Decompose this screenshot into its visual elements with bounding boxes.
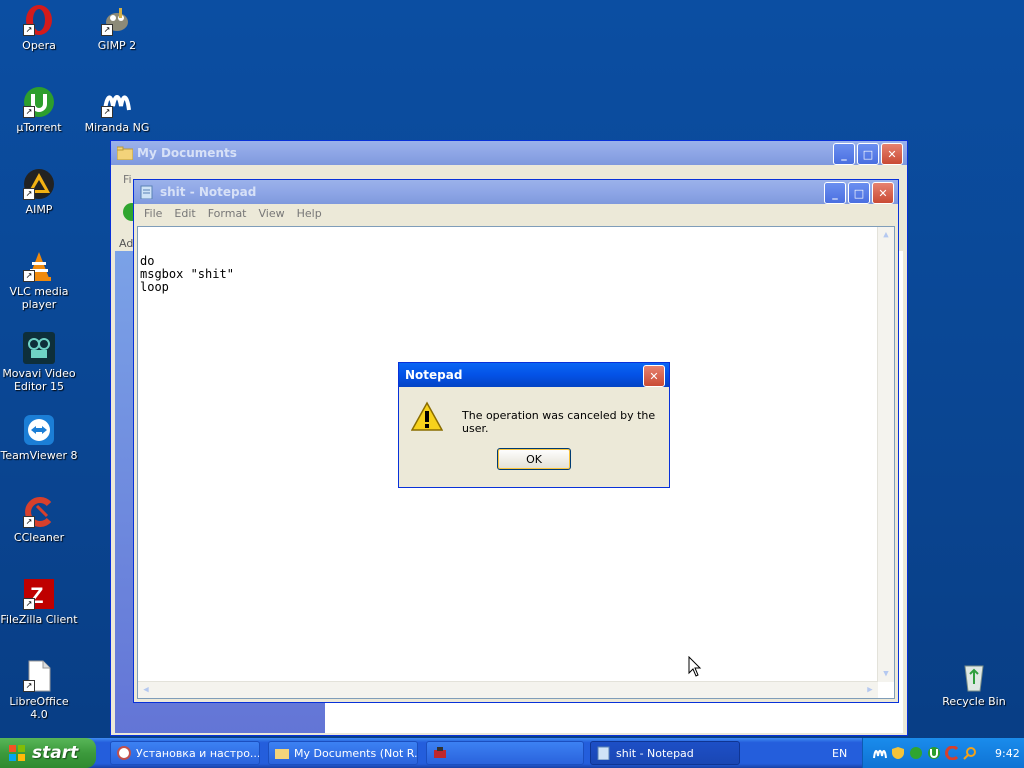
desktop-icon-label: Opera — [22, 39, 56, 52]
desktop-icon-teamviewer[interactable]: TeamViewer 8 — [0, 414, 78, 462]
taskbar-item-label: Установка и настро... — [136, 746, 260, 760]
taskbar-item-my-documents[interactable]: My Documents (Not R... — [268, 741, 418, 765]
taskbar: start Установка и настро... My Documents… — [0, 738, 1024, 768]
explorer-menu-fragment[interactable]: Fi — [123, 173, 132, 186]
desktop-icon-label: µTorrent — [16, 121, 62, 134]
taskbar-item-notepad[interactable]: shit - Notepad — [590, 741, 740, 765]
desktop-icon-gimp[interactable]: ↗ GIMP 2 — [78, 4, 156, 52]
scroll-down-icon[interactable]: ▼ — [879, 667, 893, 681]
window-titlebar[interactable]: My Documents _ □ ✕ — [111, 141, 907, 165]
taskbar-item-browser[interactable]: Установка и настро... — [110, 741, 260, 765]
horizontal-scrollbar[interactable]: ◀ ▶ — [138, 681, 878, 698]
shield-icon[interactable] — [891, 746, 905, 760]
menu-file[interactable]: File — [138, 207, 168, 220]
menu-format[interactable]: Format — [202, 207, 253, 220]
dialog-title: Notepad — [405, 368, 463, 382]
utorrent-tray-icon[interactable] — [927, 746, 941, 760]
desktop-icon-label: GIMP 2 — [97, 39, 137, 52]
notepad-icon — [140, 185, 153, 199]
language-indicator[interactable]: EN — [832, 747, 847, 760]
miranda-tray-icon[interactable] — [873, 746, 887, 760]
desktop-icon-label: LibreOffice 4.0 — [9, 695, 69, 721]
ccleaner-icon: ↗ — [23, 496, 55, 528]
start-label: start — [32, 743, 79, 763]
scroll-left-icon[interactable]: ◀ — [139, 683, 153, 697]
browser-icon — [117, 746, 131, 760]
miranda-icon: ↗ — [101, 86, 133, 118]
desktop-icon-opera[interactable]: ↗ Opera — [0, 4, 78, 52]
desktop-icon-label: CCleaner — [13, 531, 65, 544]
gimp-icon: ↗ — [101, 4, 133, 36]
window-title: My Documents — [137, 146, 237, 160]
filezilla-icon: Z ↗ — [23, 578, 55, 610]
message-box[interactable]: Notepad ✕ The operation was canceled by … — [398, 362, 670, 488]
app-icon — [434, 747, 446, 758]
desktop-icon-label: TeamViewer 8 — [0, 449, 78, 462]
taskbar-item-label: My Documents (Not R... — [294, 746, 418, 760]
system-tray: 9:42 — [862, 738, 1024, 768]
desktop-icon-libreoffice[interactable]: ↗ LibreOffice 4.0 — [0, 660, 78, 721]
teamviewer-icon — [23, 414, 55, 446]
opera-icon: ↗ — [23, 4, 55, 36]
taskbar-item-label: shit - Notepad — [616, 746, 694, 760]
search-icon[interactable] — [963, 746, 977, 760]
notepad-icon — [597, 746, 610, 760]
notepad-content: do msgbox "shit" loop — [140, 254, 234, 294]
minimize-button[interactable]: _ — [833, 143, 855, 165]
close-button[interactable]: ✕ — [881, 143, 903, 165]
vertical-scrollbar[interactable]: ▲ ▼ — [877, 227, 894, 682]
explorer-address-fragment: Ad — [119, 237, 134, 250]
minimize-button[interactable]: _ — [824, 182, 846, 204]
utorrent-icon: ↗ — [23, 86, 55, 118]
desktop-icon-label: AIMP — [25, 203, 53, 216]
maximize-button[interactable]: □ — [857, 143, 879, 165]
desktop-icon-filezilla[interactable]: Z ↗ FileZilla Client — [0, 578, 78, 626]
windows-logo-icon — [9, 745, 25, 761]
window-titlebar[interactable]: shit - Notepad _ □ ✕ — [134, 180, 898, 204]
desktop-icon-label: Recycle Bin — [942, 695, 1006, 708]
maximize-button[interactable]: □ — [848, 182, 870, 204]
desktop-icon-vlc[interactable]: ↗ VLC media player — [0, 250, 78, 311]
dialog-titlebar[interactable]: Notepad ✕ — [399, 363, 669, 387]
desktop-icon-label: Miranda NG — [84, 121, 150, 134]
mouse-cursor-icon — [688, 656, 702, 677]
menu-help[interactable]: Help — [291, 207, 328, 220]
desktop-icon-label: VLC media player — [9, 285, 69, 311]
menu-edit[interactable]: Edit — [168, 207, 201, 220]
folder-icon — [117, 146, 133, 160]
desktop-icon-movavi[interactable]: Movavi Video Editor 15 — [0, 332, 78, 393]
recycle-bin-icon — [958, 660, 990, 692]
menu-view[interactable]: View — [253, 207, 291, 220]
start-button[interactable]: start — [0, 738, 96, 768]
desktop-icon-miranda[interactable]: ↗ Miranda NG — [78, 86, 156, 134]
movavi-icon — [23, 332, 55, 364]
aimp-icon: ↗ — [23, 168, 55, 200]
scroll-right-icon[interactable]: ▶ — [863, 683, 877, 697]
notepad-menubar: File Edit Format View Help — [134, 204, 898, 222]
desktop-icon-utorrent[interactable]: ↗ µTorrent — [0, 86, 78, 134]
ccleaner-tray-icon[interactable] — [945, 746, 959, 760]
clock[interactable]: 9:42 — [995, 747, 1020, 760]
taskbar-item-app[interactable] — [426, 741, 584, 765]
desktop-icon-label: FileZilla Client — [0, 613, 78, 626]
dialog-message: The operation was canceled by the user. — [462, 409, 656, 435]
warning-icon — [411, 401, 443, 431]
ok-button[interactable]: OK — [497, 448, 571, 470]
libreoffice-icon: ↗ — [23, 660, 55, 692]
scroll-up-icon[interactable]: ▲ — [879, 228, 893, 242]
close-button[interactable]: ✕ — [872, 182, 894, 204]
desktop-icon-recycle-bin[interactable]: Recycle Bin — [935, 660, 1013, 708]
vlc-icon: ↗ — [23, 250, 55, 282]
desktop-icon-label: Movavi Video Editor 15 — [2, 367, 76, 393]
folder-icon — [275, 749, 289, 759]
window-title: shit - Notepad — [160, 185, 257, 199]
sync-icon[interactable] — [909, 746, 923, 760]
desktop-icon-aimp[interactable]: ↗ AIMP — [0, 168, 78, 216]
desktop-icon-ccleaner[interactable]: ↗ CCleaner — [0, 496, 78, 544]
dialog-close-button[interactable]: ✕ — [643, 365, 665, 387]
